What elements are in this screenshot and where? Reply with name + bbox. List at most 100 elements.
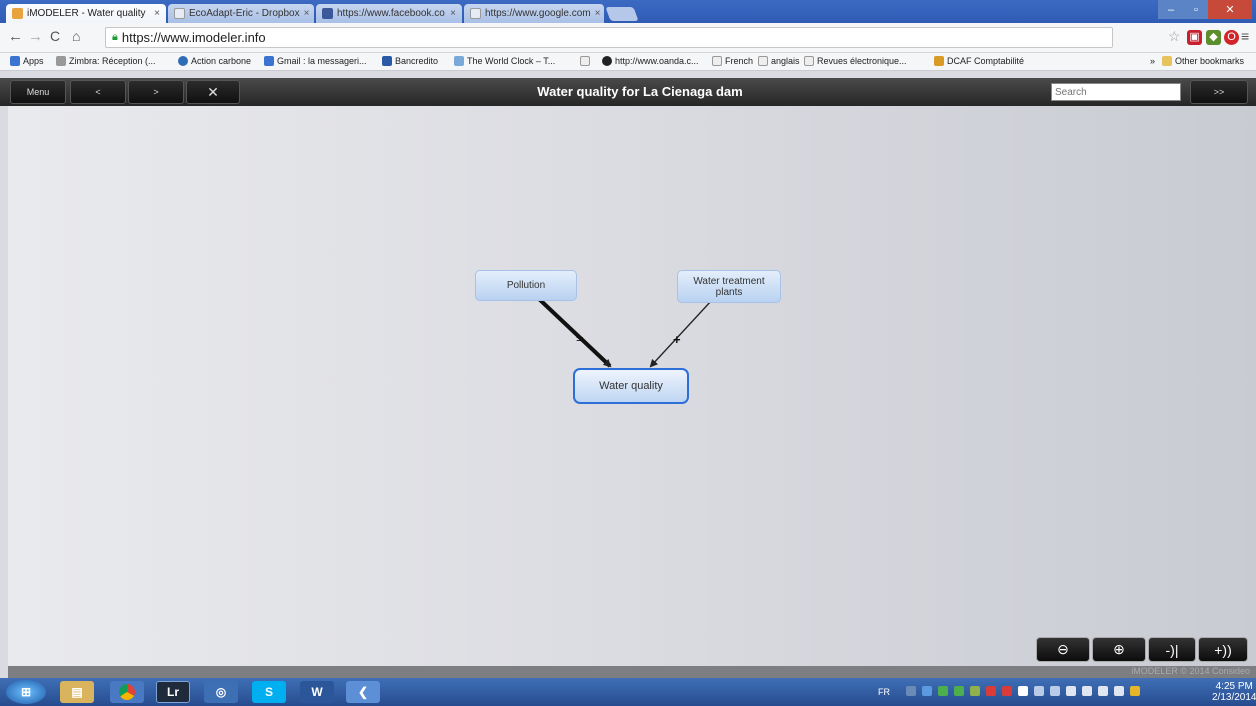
bookmark-french[interactable]: French [712, 56, 753, 66]
battery-icon[interactable] [1082, 686, 1092, 696]
close-icon[interactable]: × [300, 8, 310, 19]
node-label: Water quality [599, 379, 663, 392]
edge-treatment-to-water-quality[interactable] [649, 299, 713, 368]
bookmark-action-carbone[interactable]: Action carbone [178, 56, 251, 66]
close-icon[interactable]: × [591, 8, 601, 19]
tab-label: EcoAdapt-Eric - Dropbox [189, 8, 300, 19]
tray-icon[interactable] [1002, 686, 1012, 696]
close-icon[interactable]: × [446, 8, 456, 19]
world-clock-icon [454, 56, 464, 66]
bancredito-icon [382, 56, 392, 66]
zoom-in-button[interactable]: ⊕ [1092, 637, 1146, 662]
bookmark-zimbra[interactable]: Zimbra: Réception (... [56, 56, 156, 66]
bookmark-dcaf[interactable]: DCAF Comptabilité [934, 56, 1024, 66]
tray-icon[interactable] [906, 686, 916, 696]
folder-icon [1162, 56, 1172, 66]
back-arrow-icon[interactable]: ← [8, 28, 23, 45]
file-explorer-icon[interactable]: ▤ [60, 681, 94, 703]
bookmarks-overflow[interactable]: » [1150, 56, 1155, 66]
tray-icon[interactable] [986, 686, 996, 696]
extension-icon[interactable]: ▣ [1187, 30, 1202, 45]
close-icon[interactable]: × [150, 8, 160, 19]
start-button[interactable]: ⊞ [6, 680, 46, 704]
bookmarks-bar: Apps Zimbra: Réception (... Action carbo… [0, 53, 1256, 71]
home-icon[interactable]: ⌂ [72, 28, 80, 44]
url-text: https://www.imodeler.info [121, 30, 266, 45]
star-icon[interactable]: ☆ [1168, 28, 1181, 45]
network-icon[interactable] [1066, 686, 1076, 696]
search-go-button[interactable]: >> [1190, 80, 1248, 104]
fullscreen-button[interactable]: ✕ [186, 80, 240, 104]
tab-google[interactable]: https://www.google.com × [464, 4, 604, 23]
edge-pollution-to-water-quality[interactable] [536, 296, 612, 368]
bookmark-apps[interactable]: Apps [10, 56, 44, 66]
page-icon [580, 56, 590, 66]
tab-dropbox[interactable]: EcoAdapt-Eric - Dropbox × [168, 4, 314, 23]
chrome-icon[interactable] [110, 681, 144, 703]
edge-sign-treatment: + [673, 332, 681, 347]
tab-facebook[interactable]: https://www.facebook.co × [316, 4, 462, 23]
forward-arrow-icon[interactable]: → [28, 28, 43, 45]
tray-icon[interactable] [938, 686, 948, 696]
tab-label: https://www.facebook.co [337, 8, 445, 19]
apps-icon [10, 56, 20, 66]
tab-label: https://www.google.com [485, 8, 591, 19]
reload-icon[interactable]: C [50, 28, 60, 44]
bookmark-blank[interactable] [580, 56, 593, 66]
lightroom-icon[interactable]: Lr [156, 681, 190, 703]
collapse-button[interactable]: -)| [1148, 637, 1196, 662]
zoom-out-button[interactable]: ⊖ [1036, 637, 1090, 662]
maximize-button[interactable]: ▫ [1184, 0, 1208, 19]
node-pollution[interactable]: Pollution [475, 270, 577, 301]
tray-icon[interactable] [1130, 686, 1140, 696]
bookmark-gmail[interactable]: Gmail : la messageri... [264, 56, 367, 66]
forward-button[interactable]: > [128, 80, 184, 104]
search-input[interactable] [1051, 83, 1181, 101]
tray-icon[interactable] [922, 686, 932, 696]
zimbra-icon [56, 56, 66, 66]
node-water-quality[interactable]: Water quality [573, 368, 689, 404]
other-bookmarks[interactable]: Other bookmarks [1162, 56, 1244, 66]
dcaf-icon [934, 56, 944, 66]
copyright-text: iMODELER © 2014 Consideo [1131, 666, 1250, 676]
bookmark-revues[interactable]: Revues électronique... [804, 56, 907, 66]
clock[interactable]: 4:25 PM 2/13/2014 [1212, 681, 1256, 703]
windows-taskbar: ⊞ ▤ Lr ◎ S W ❮ FR 4:25 PM 2/13/2014 [0, 678, 1256, 706]
fullscreen-icon: ✕ [207, 83, 219, 100]
bookmark-anglais[interactable]: anglais [758, 56, 800, 66]
tab-imodeler[interactable]: iMODELER - Water quality × [6, 4, 166, 23]
bookmark-bancredito[interactable]: Bancredito [382, 56, 438, 66]
language-indicator[interactable]: FR [878, 687, 890, 697]
action-carbone-icon [178, 56, 188, 66]
tray-icon[interactable] [1050, 686, 1060, 696]
window-close-button[interactable]: ✕ [1208, 0, 1252, 19]
back-button[interactable]: < [70, 80, 126, 104]
tray-icon[interactable] [1114, 686, 1124, 696]
evernote-icon[interactable]: ◆ [1206, 30, 1221, 45]
bookmark-world-clock[interactable]: The World Clock – T... [454, 56, 555, 66]
skype-icon[interactable]: S [252, 681, 286, 703]
menu-icon[interactable]: ≡ [1241, 28, 1249, 44]
tray-icon[interactable] [970, 686, 980, 696]
opera-icon[interactable]: O [1224, 30, 1239, 45]
url-field[interactable]: 🔒︎ https://www.imodeler.info [105, 27, 1113, 48]
app2-icon[interactable]: ❮ [346, 681, 380, 703]
tray-icon[interactable] [954, 686, 964, 696]
volume-icon[interactable] [1098, 686, 1108, 696]
page-title: Water quality for La Cienaga dam [537, 84, 743, 99]
minimize-button[interactable]: – [1158, 0, 1184, 19]
tray-icon[interactable] [1034, 686, 1044, 696]
tab-label: iMODELER - Water quality [27, 8, 146, 19]
expand-button[interactable]: +)) [1198, 637, 1248, 662]
word-icon[interactable]: W [300, 681, 334, 703]
zoom-in-icon: ⊕ [1113, 641, 1125, 657]
model-canvas[interactable]: = + Pollution Water treatment plants Wat… [8, 106, 1256, 666]
browser-tab-strip: iMODELER - Water quality × EcoAdapt-Eric… [0, 0, 1256, 23]
flag-icon[interactable] [1018, 686, 1028, 696]
menu-button[interactable]: Menu [10, 80, 66, 104]
node-water-treatment-plants[interactable]: Water treatment plants [677, 270, 781, 303]
bookmark-oanda[interactable]: http://www.oanda.c... [602, 56, 699, 66]
app-icon[interactable]: ◎ [204, 681, 238, 703]
app-toolbar: Menu < > ✕ Water quality for La Cienaga … [0, 78, 1256, 106]
new-tab-button[interactable] [605, 7, 639, 21]
